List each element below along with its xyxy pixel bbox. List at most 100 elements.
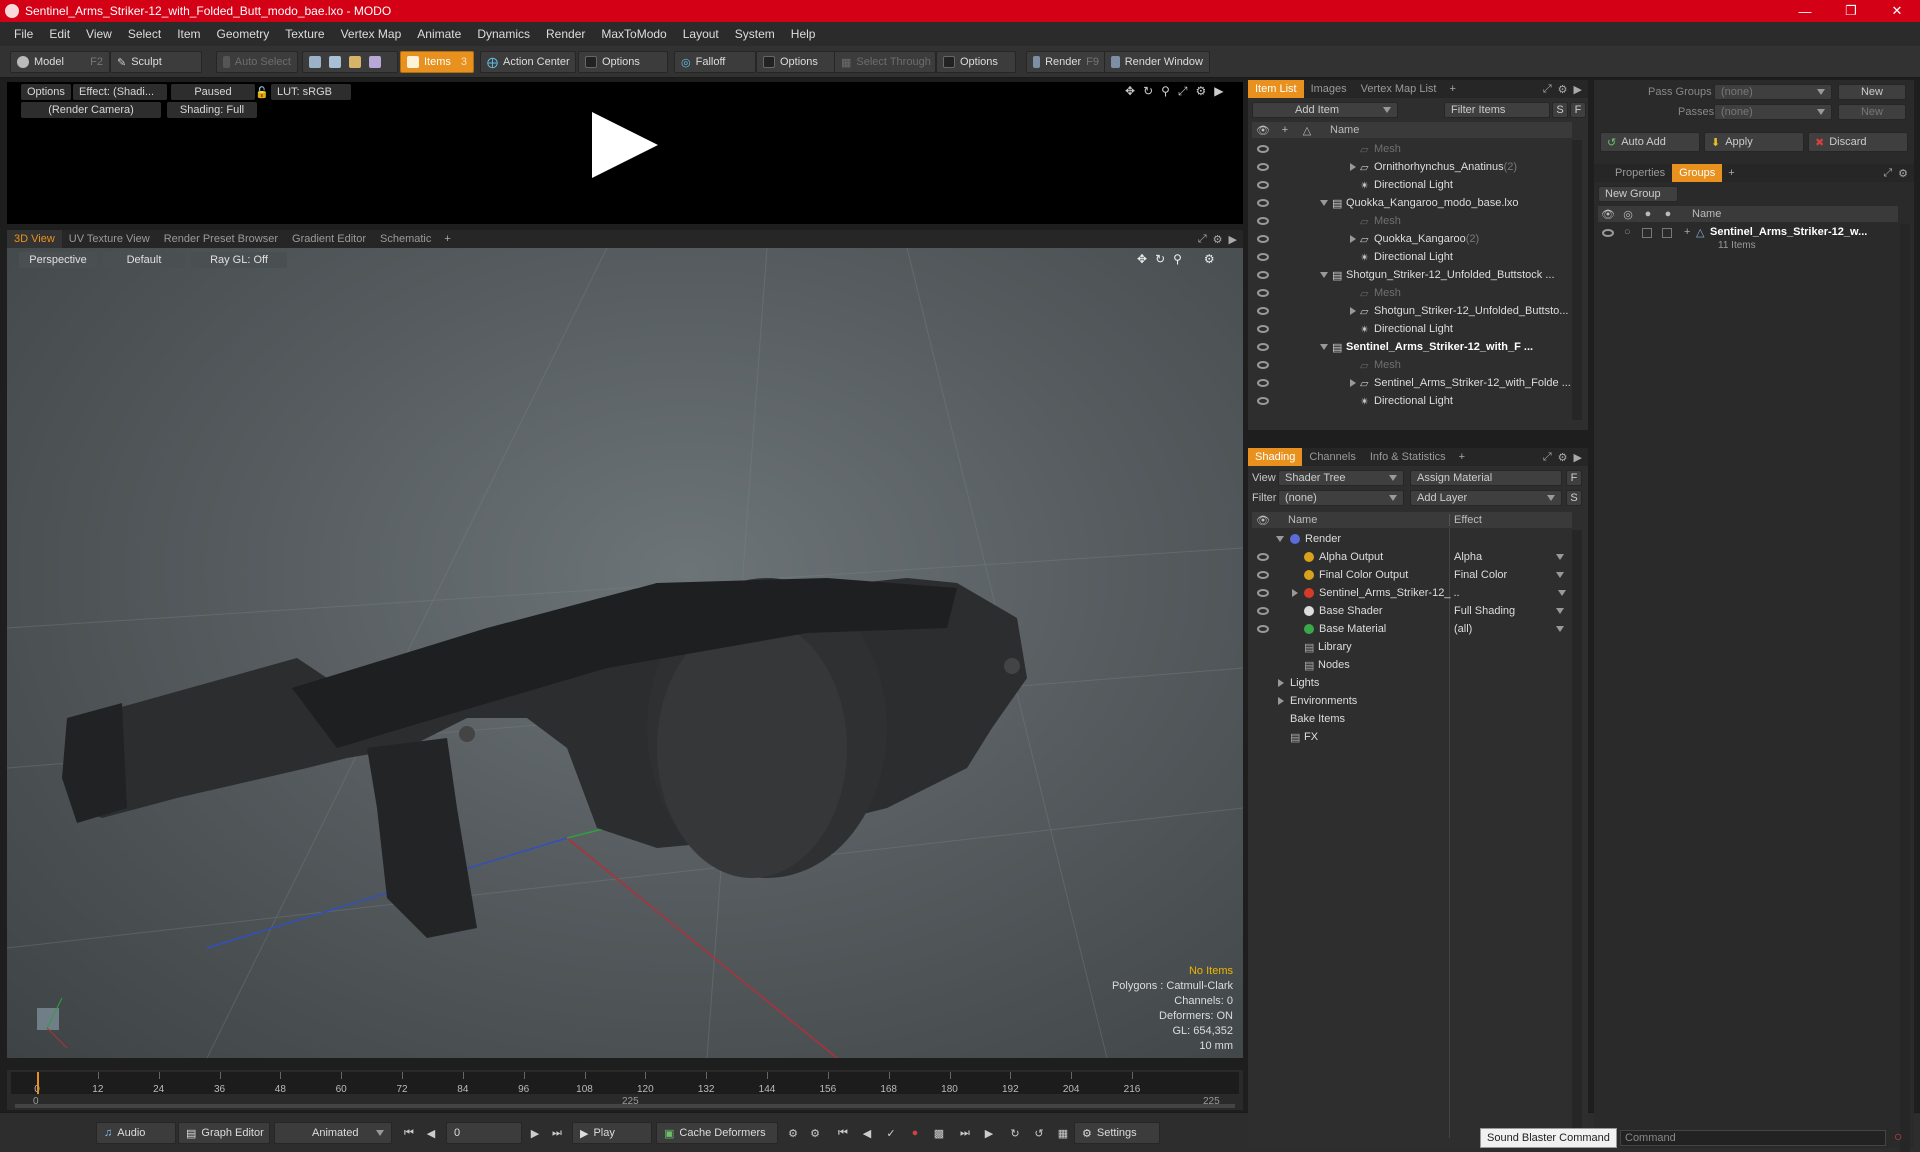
minimize-button[interactable]: — (1782, 0, 1828, 22)
effect-dropdown[interactable]: Full Shading (1454, 605, 1564, 617)
gear-icon[interactable]: ⚙ (1558, 83, 1568, 96)
chevron-down-icon[interactable] (1320, 272, 1328, 278)
tab-groups[interactable]: Groups (1672, 164, 1723, 182)
eye-icon[interactable] (1252, 361, 1274, 369)
select-through-options-button[interactable]: Options (936, 51, 1016, 73)
eye-icon[interactable] (1252, 163, 1274, 171)
tab-item-list[interactable]: Item List (1248, 80, 1304, 98)
playhead[interactable] (37, 1072, 39, 1094)
render-toggle-icon[interactable]: ○ (1624, 226, 1631, 238)
zoom-view-icon[interactable]: ⚲ (1161, 84, 1170, 99)
add-tab-icon[interactable]: + (438, 233, 456, 245)
item-row[interactable]: ✴ Directional Light (1252, 176, 1572, 194)
lut-dropdown[interactable]: LUT: sRGB (271, 84, 351, 100)
falloff-button[interactable]: ◎ Falloff (674, 51, 756, 73)
close-button[interactable]: ✕ (1874, 0, 1920, 22)
settings-button[interactable]: ⚙ Settings (1074, 1122, 1160, 1144)
menu-file[interactable]: File (6, 27, 41, 41)
shader-row[interactable]: Bake Items (1252, 710, 1572, 728)
chevron-right-icon[interactable] (1350, 307, 1356, 315)
eye-icon[interactable] (1252, 379, 1274, 387)
maximize-panel-icon[interactable]: ⤢ (1883, 167, 1892, 180)
groups-scrollbar[interactable] (1900, 224, 1910, 1152)
timeline-ruler[interactable]: 0122436486072849610812013214415616818019… (11, 1072, 1239, 1095)
item-row[interactable]: ▱ Mesh (1252, 212, 1572, 230)
effect-dropdown[interactable]: (all) (1454, 623, 1564, 635)
menu-texture[interactable]: Texture (277, 27, 332, 41)
item-row[interactable]: ▤ Quokka_Kangaroo_modo_base.lxo (1252, 194, 1572, 212)
key-icon[interactable]: ⚙ (786, 1126, 800, 1140)
item-row[interactable]: ▱ Shotgun_Striker-12_Unfolded_Buttsto... (1252, 302, 1572, 320)
auto-select-button[interactable]: Auto Select (216, 51, 298, 73)
step-forward-icon[interactable]: ▶ (528, 1126, 542, 1140)
shader-row[interactable]: Render (1252, 530, 1572, 548)
menu-maxtomodo[interactable]: MaxToModo (593, 27, 674, 41)
eye-icon[interactable] (1252, 217, 1274, 225)
eye-icon[interactable] (1252, 253, 1274, 261)
chevron-right-icon[interactable] (1278, 679, 1284, 687)
chevron-right-icon[interactable] (1350, 163, 1356, 171)
vertices-mode-icon[interactable] (309, 56, 321, 68)
effect-dropdown[interactable]: Final Color (1454, 569, 1564, 581)
shading-dropdown[interactable]: Shading: Full (167, 102, 257, 118)
shader-row[interactable]: Lights (1252, 674, 1572, 692)
shader-row[interactable]: Base Material (all) (1252, 620, 1572, 638)
menu-animate[interactable]: Animate (409, 27, 469, 41)
chevron-down-icon[interactable] (1320, 344, 1328, 350)
apply-button[interactable]: ⬇ Apply (1704, 132, 1804, 152)
chevron-down-icon[interactable] (1276, 536, 1284, 542)
menu-view[interactable]: View (78, 27, 120, 41)
select-toggle-icon[interactable] (1662, 228, 1672, 238)
filter-items-field[interactable]: Filter Items (1444, 102, 1550, 118)
prev-key2-icon[interactable]: ◀ (860, 1126, 874, 1140)
step-back-icon[interactable]: ◀ (424, 1126, 438, 1140)
menu-help[interactable]: Help (783, 27, 824, 41)
maximize-panel-icon[interactable]: ⤢ (1543, 83, 1552, 96)
menu-dynamics[interactable]: Dynamics (469, 27, 538, 41)
play-button[interactable]: ▶ Play (572, 1122, 652, 1144)
action-center-button[interactable]: ⨁ Action Center (480, 51, 576, 73)
go-to-start-icon[interactable]: ⏮ (402, 1126, 416, 1140)
item-row[interactable]: ✴ Directional Light (1252, 392, 1572, 410)
shader-row[interactable]: ▤ Library (1252, 638, 1572, 656)
tab-uv-texture-view[interactable]: UV Texture View (62, 230, 157, 248)
sculpt-mode-button[interactable]: ✎ Sculpt (110, 51, 202, 73)
tab-properties[interactable]: Properties (1608, 164, 1672, 182)
default-style-dropdown[interactable]: Default (103, 252, 185, 268)
chevron-right-icon[interactable] (1292, 589, 1298, 597)
graph-editor-button[interactable]: ▤ Graph Editor (178, 1122, 270, 1144)
gear-icon[interactable]: ⚙ (1898, 167, 1908, 180)
eye-icon[interactable] (1252, 343, 1274, 351)
tab-vertex-map-list[interactable]: Vertex Map List (1354, 80, 1444, 98)
items-mode-button[interactable]: Items 3 (400, 51, 474, 73)
menu-render[interactable]: Render (538, 27, 593, 41)
eye-icon[interactable] (1252, 199, 1274, 207)
loop-icon[interactable]: ↻ (1008, 1126, 1022, 1140)
eye-icon[interactable] (1252, 607, 1274, 615)
eye-icon[interactable] (1252, 589, 1274, 597)
gear-icon[interactable]: ⚙ (1196, 84, 1207, 99)
action-center-options-button[interactable]: Options (578, 51, 668, 73)
eye-icon[interactable] (1252, 571, 1274, 579)
add-tab-icon[interactable]: + (1443, 83, 1461, 95)
prev-key-icon[interactable]: ⏮ (836, 1126, 850, 1140)
new-pass-button[interactable]: New (1838, 104, 1906, 120)
menu-layout[interactable]: Layout (675, 27, 727, 41)
shader-row[interactable]: Base Shader Full Shading (1252, 602, 1572, 620)
assign-material-button[interactable]: Assign Material (1410, 470, 1562, 486)
falloff-options-button[interactable]: Options (756, 51, 836, 73)
chevron-right-icon[interactable] (1278, 697, 1284, 705)
item-row[interactable]: ▱ Sentinel_Arms_Striker-12_with_Folde ... (1252, 374, 1572, 392)
tab-gradient-editor[interactable]: Gradient Editor (285, 230, 373, 248)
add-layer-dropdown[interactable]: Add Layer (1410, 490, 1562, 506)
expand-plus-icon[interactable]: + (1684, 226, 1690, 238)
shading-f-button[interactable]: F (1566, 470, 1582, 486)
shader-row[interactable]: ▤ Nodes (1252, 656, 1572, 674)
audio-button[interactable]: ♫ Audio (96, 1122, 176, 1144)
maximize-panel-icon[interactable]: ⤢ (1543, 451, 1552, 464)
edges-mode-icon[interactable] (329, 56, 341, 68)
next-key2-icon[interactable]: ▶ (982, 1126, 996, 1140)
render-button[interactable]: Render F9 (1026, 51, 1106, 73)
pass-groups-dropdown[interactable]: (none) (1714, 84, 1832, 100)
maximize-panel-icon[interactable]: ⤢ (1198, 233, 1207, 246)
